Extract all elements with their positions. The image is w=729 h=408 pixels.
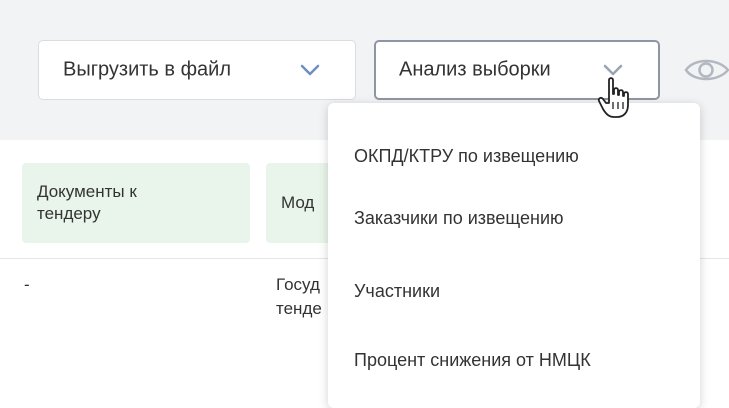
menu-item-customers[interactable]: Заказчики по извещению	[354, 208, 564, 229]
menu-item-participants[interactable]: Участники	[354, 281, 440, 302]
column-header-tender-documents[interactable]: Документы к тендеру	[22, 163, 250, 243]
column-header-label: Документы к тендеру	[37, 182, 137, 223]
chevron-down-icon	[603, 64, 623, 76]
chevron-down-icon	[300, 64, 320, 76]
analysis-dropdown-menu: ОКПД/КТРУ по извещению Заказчики по изве…	[328, 103, 700, 408]
table-cell-documents: -	[24, 275, 30, 294]
export-to-file-button[interactable]: Выгрузить в файл	[38, 40, 356, 100]
eye-icon[interactable]	[684, 55, 729, 85]
hand-pointer-icon	[597, 77, 629, 118]
column-header-label: Мод	[281, 193, 315, 212]
menu-item-price-reduction[interactable]: Процент снижения от НМЦК	[354, 350, 591, 371]
analysis-button-label: Анализ выборки	[399, 58, 551, 81]
menu-item-okpd-ktru[interactable]: ОКПД/КТРУ по извещению	[354, 146, 579, 167]
export-button-label: Выгрузить в файл	[63, 58, 231, 81]
